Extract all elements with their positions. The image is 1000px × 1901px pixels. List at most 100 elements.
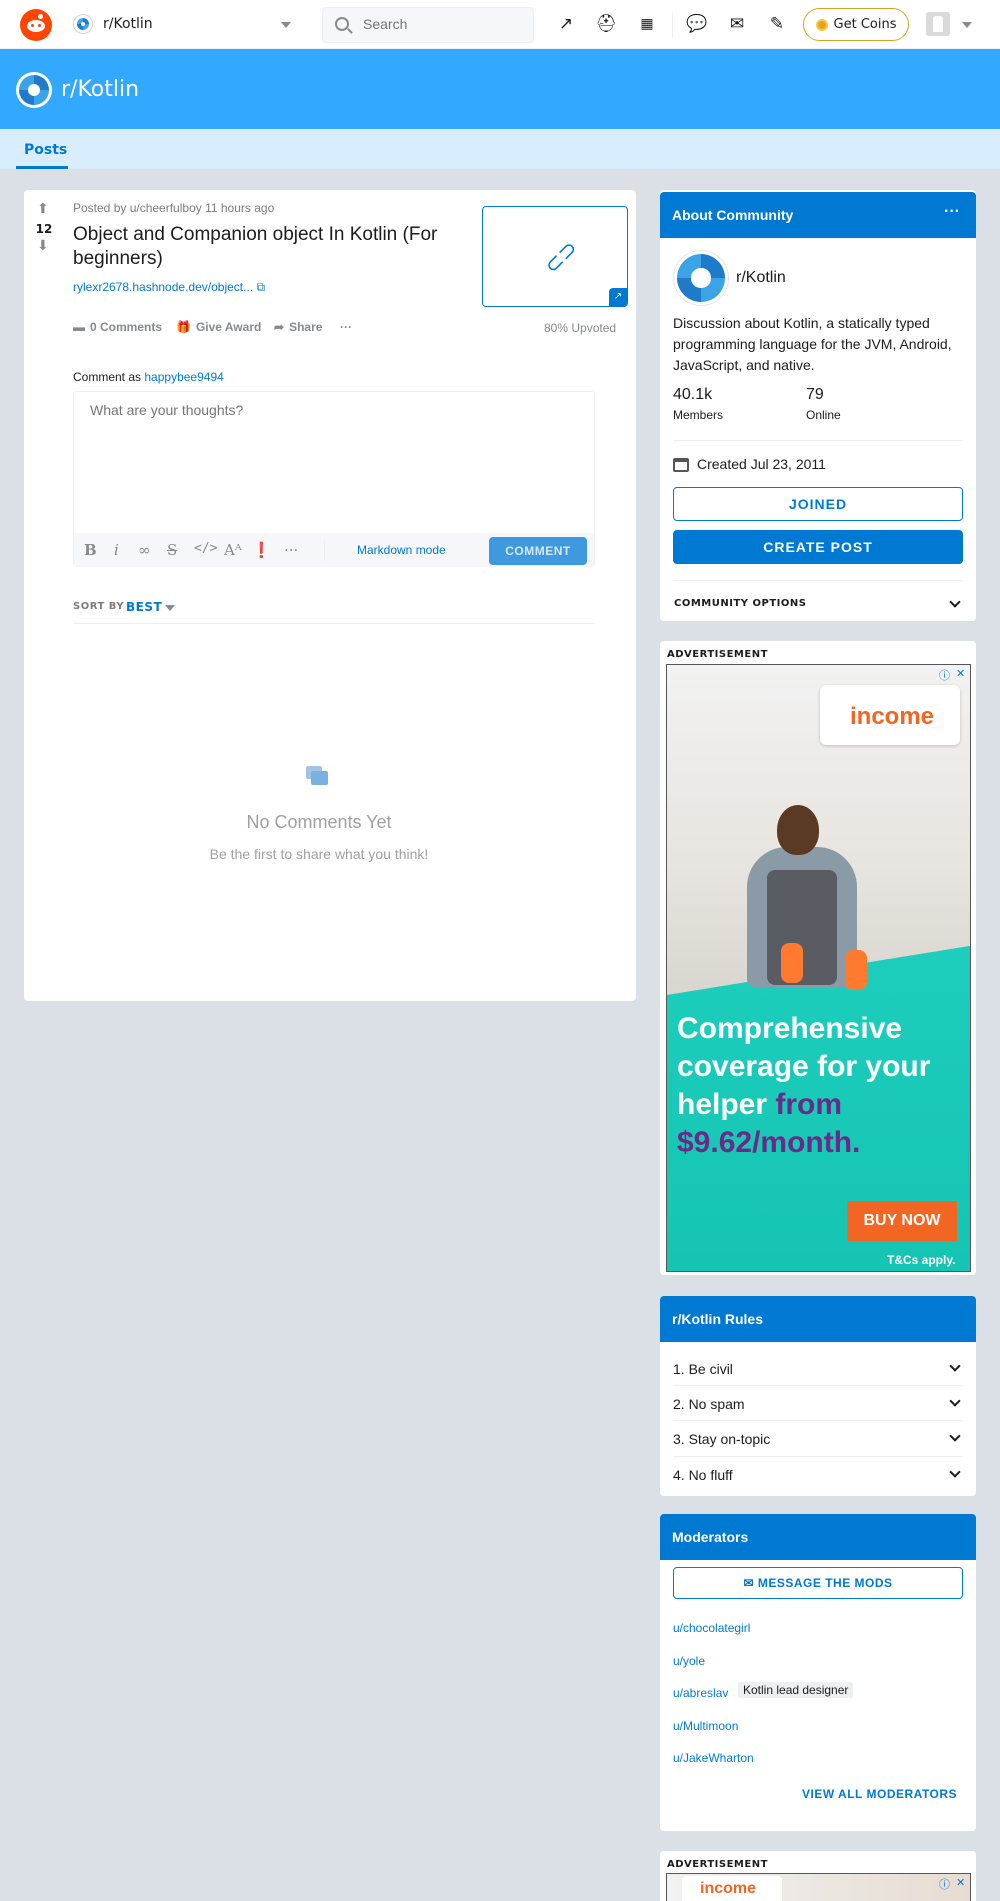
comments-button[interactable]: ▬ 0 Comments: [73, 320, 162, 334]
community-switcher-label[interactable]: r/Kotlin: [103, 16, 153, 32]
view-all-moderators-button[interactable]: VIEW ALL MODERATORS: [802, 1787, 957, 1801]
ad-brand-logo: income: [820, 685, 960, 745]
italic-icon[interactable]: i: [114, 541, 119, 559]
external-link-icon: ↗: [609, 288, 627, 306]
community-avatar: [16, 72, 52, 108]
qr-icon[interactable]: ▦: [635, 12, 659, 36]
avatar[interactable]: [926, 12, 950, 36]
mail-icon[interactable]: ✉: [725, 12, 749, 36]
post-card: [24, 190, 636, 1001]
chevron-down-icon[interactable]: [165, 605, 175, 611]
mail-icon: ✉: [743, 1576, 755, 1590]
superscript-icon[interactable]: Aᴬ: [224, 541, 242, 559]
community-description: Discussion about Kotlin, a statically ty…: [673, 315, 952, 373]
ad-info-icon[interactable]: ⓘ: [939, 667, 950, 683]
community-avatar: [673, 250, 729, 306]
about-community-title: About Community: [672, 207, 794, 223]
create-post-button[interactable]: CREATE POST: [673, 530, 963, 564]
active-tab-indicator: [16, 166, 68, 169]
more-icon[interactable]: ···: [944, 203, 960, 221]
reddit-logo-icon[interactable]: [20, 9, 52, 41]
members-count: 40.1k: [673, 386, 713, 403]
moderator-link[interactable]: u/yole: [673, 1654, 705, 1668]
members-label: Members: [673, 408, 724, 422]
top-header: r/Kotlin ↗ ⛑ ▦ 💬 ✉ ✎ Get Coins: [0, 0, 1000, 49]
close-icon[interactable]: ✕: [956, 1876, 965, 1889]
strikethrough-icon[interactable]: S: [167, 541, 177, 559]
chevron-down-icon[interactable]: [281, 22, 291, 28]
divider: [673, 440, 963, 441]
ad-info-icon[interactable]: ⓘ: [939, 1876, 950, 1892]
share-icon: ➦: [274, 320, 285, 334]
search-input[interactable]: [363, 16, 523, 32]
advertisement-image-2[interactable]: income ⓘ ✕: [666, 1873, 971, 1901]
ad-brand-name: income: [850, 703, 935, 730]
post-link[interactable]: rylexr2678.hashnode.dev/object... ⧉: [73, 280, 265, 295]
online-count: 79: [806, 386, 824, 403]
link-icon[interactable]: ∞: [138, 541, 151, 559]
message-mods-button[interactable]: ✉ MESSAGE THE MODS: [673, 1567, 963, 1599]
post-link-text: rylexr2678.hashnode.dev/object...: [73, 280, 254, 294]
advertisement-image[interactable]: ⓘ ✕ income Comprehensive coverage for yo…: [666, 664, 971, 1272]
rule-item[interactable]: 1. Be civil: [673, 1361, 733, 1377]
community-name[interactable]: r/Kotlin: [736, 269, 786, 287]
tab-posts[interactable]: Posts: [16, 142, 75, 158]
divider: [73, 623, 595, 624]
comment-as-label: Comment as happybee9494: [73, 370, 224, 384]
rule-item[interactable]: 3. Stay on-topic: [673, 1431, 770, 1447]
comment-username[interactable]: happybee9494: [144, 370, 223, 384]
rule-item[interactable]: 4. No fluff: [673, 1467, 733, 1483]
markdown-mode-button[interactable]: Markdown mode: [357, 543, 446, 557]
downvote-icon[interactable]: ⬇: [37, 238, 49, 254]
comment-toolbar: B i ∞ S </> Aᴬ ❗ ··· Markdown mode COMME…: [74, 533, 594, 567]
comment-icon: ▬: [73, 320, 85, 334]
link-thumbnail[interactable]: ⊂⊃ ↗: [482, 206, 628, 307]
rules-header: r/Kotlin Rules: [660, 1296, 976, 1342]
chat-icon[interactable]: 💬: [685, 12, 709, 36]
pencil-icon[interactable]: ✎: [765, 12, 789, 36]
rules-title: r/Kotlin Rules: [672, 1311, 764, 1327]
sort-dropdown[interactable]: BEST: [126, 600, 162, 614]
search-bar[interactable]: [322, 7, 534, 43]
more-options-button[interactable]: ···: [340, 320, 352, 334]
buy-now-button[interactable]: BUY NOW: [847, 1201, 957, 1241]
get-coins-button[interactable]: Get Coins: [803, 8, 909, 41]
message-mods-label: MESSAGE THE MODS: [757, 1576, 893, 1590]
community-icon: [73, 14, 93, 34]
divider: [673, 1420, 963, 1421]
close-icon[interactable]: ✕: [956, 667, 965, 680]
comment-submit-button[interactable]: COMMENT: [489, 537, 587, 565]
moderator-link[interactable]: u/chocolategirl: [673, 1621, 750, 1635]
more-icon: ···: [340, 320, 352, 334]
share-button[interactable]: ➦ Share: [274, 320, 322, 334]
moderator-link[interactable]: u/Multimoon: [673, 1719, 738, 1733]
give-award-button[interactable]: 🎁 Give Award: [176, 320, 261, 334]
moderator-link[interactable]: u/JakeWharton: [673, 1751, 754, 1765]
community-options-toggle[interactable]: COMMUNITY OPTIONS: [674, 598, 806, 609]
moderators-card: [660, 1514, 976, 1831]
divider: [673, 1385, 963, 1386]
advertisement-label: ADVERTISEMENT: [667, 1859, 768, 1870]
joined-button[interactable]: JOINED: [673, 487, 963, 521]
gift-icon: 🎁: [176, 320, 191, 334]
comment-input[interactable]: [74, 392, 594, 533]
external-link-icon: ⧉: [256, 280, 266, 294]
bold-icon[interactable]: B: [84, 541, 97, 559]
code-icon[interactable]: </>: [194, 541, 217, 556]
rule-item[interactable]: 2. No spam: [673, 1396, 745, 1412]
spoiler-icon[interactable]: ❗: [252, 541, 271, 559]
give-award-label: Give Award: [195, 320, 262, 334]
moderator-link[interactable]: u/abreslav: [673, 1686, 728, 1700]
about-community-header: About Community ···: [660, 192, 976, 238]
chevron-down-icon[interactable]: [962, 22, 972, 28]
empty-state-subtitle: Be the first to share what you think!: [209, 846, 429, 862]
more-icon[interactable]: ···: [284, 541, 298, 559]
trending-icon[interactable]: ↗: [554, 12, 578, 36]
created-date: Created Jul 23, 2011: [697, 456, 826, 472]
coin-shield-icon[interactable]: ⛑: [594, 12, 618, 36]
advertisement-label: ADVERTISEMENT: [667, 649, 768, 660]
moderators-header: Moderators: [660, 1514, 976, 1560]
comments-count: 0 Comments: [90, 320, 163, 334]
post-title[interactable]: Object and Companion object In Kotlin (F…: [73, 223, 458, 271]
upvote-icon[interactable]: ⬆: [37, 201, 49, 217]
